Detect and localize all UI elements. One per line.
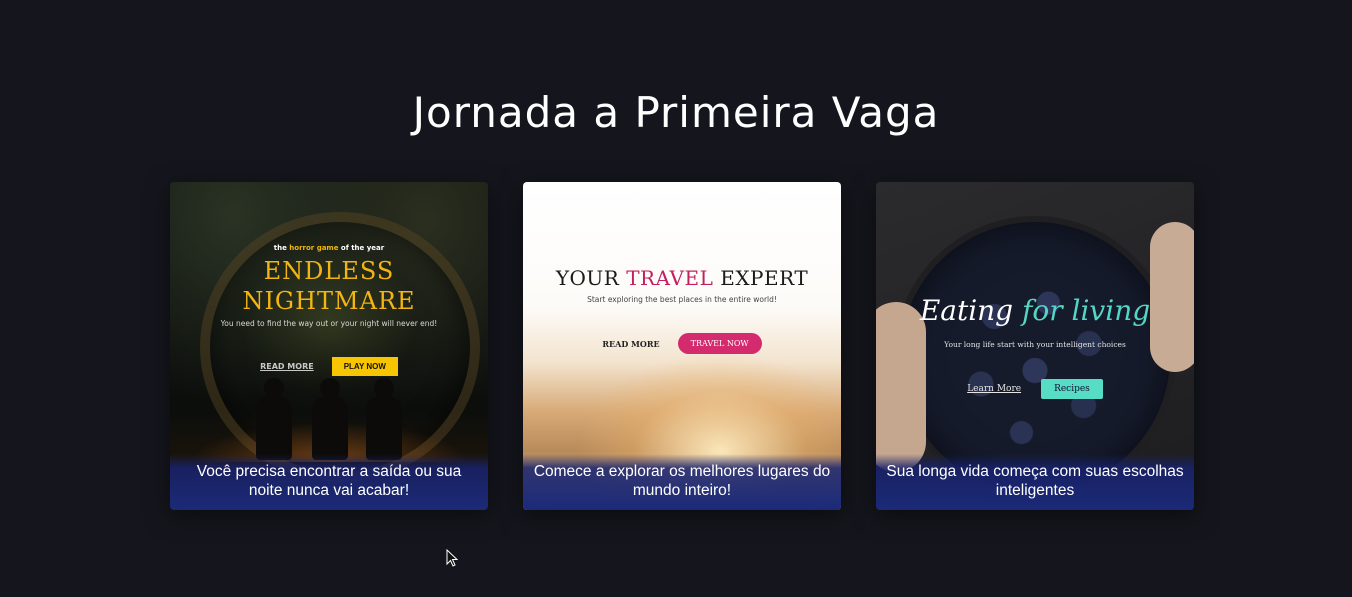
- card-title: YOUR TRAVEL EXPERT: [555, 266, 809, 290]
- card-kicker: the horror game of the year: [273, 244, 385, 252]
- card-subtitle: You need to find the way out or your nig…: [220, 319, 438, 328]
- card-title: ENDLESS NIGHTMARE: [242, 257, 416, 315]
- card-subtitle: Start exploring the best places in the e…: [587, 295, 777, 304]
- child-silhouette: [312, 378, 348, 460]
- card-actions: READ MORE PLAY NOW: [170, 357, 488, 376]
- read-more-link[interactable]: READ MORE: [602, 339, 659, 349]
- mouse-cursor-icon: [446, 549, 458, 567]
- grape-bowl-decoration: [900, 222, 1170, 492]
- card-caption: Comece a explorar os melhores lugares do…: [523, 454, 841, 510]
- card-eating-for-living[interactable]: Eating for living Your long life start w…: [876, 182, 1194, 510]
- travel-now-button[interactable]: TRAVEL NOW: [677, 333, 762, 354]
- card-subtitle: Your long life start with your intellige…: [944, 340, 1126, 349]
- card-title: Eating for living: [919, 294, 1151, 327]
- learn-more-link[interactable]: Learn More: [967, 384, 1021, 394]
- page-title: Jornada a Primeira Vaga: [412, 88, 940, 137]
- card-endless-nightmare[interactable]: the horror game of the year ENDLESS NIGH…: [170, 182, 488, 510]
- recipes-button[interactable]: Recipes: [1041, 379, 1103, 399]
- card-travel-expert[interactable]: YOUR TRAVEL EXPERT Start exploring the b…: [523, 182, 841, 510]
- read-more-link[interactable]: READ MORE: [260, 362, 314, 371]
- play-now-button[interactable]: PLAY NOW: [331, 357, 398, 376]
- card-caption: Você precisa encontrar a saída ou sua no…: [170, 454, 488, 510]
- card-actions: READ MORE TRAVEL NOW: [523, 333, 841, 354]
- card-actions: Learn More Recipes: [876, 379, 1194, 399]
- card-caption: Sua longa vida começa com suas escolhas …: [876, 454, 1194, 510]
- child-silhouette: [366, 378, 402, 460]
- child-silhouette: [256, 378, 292, 460]
